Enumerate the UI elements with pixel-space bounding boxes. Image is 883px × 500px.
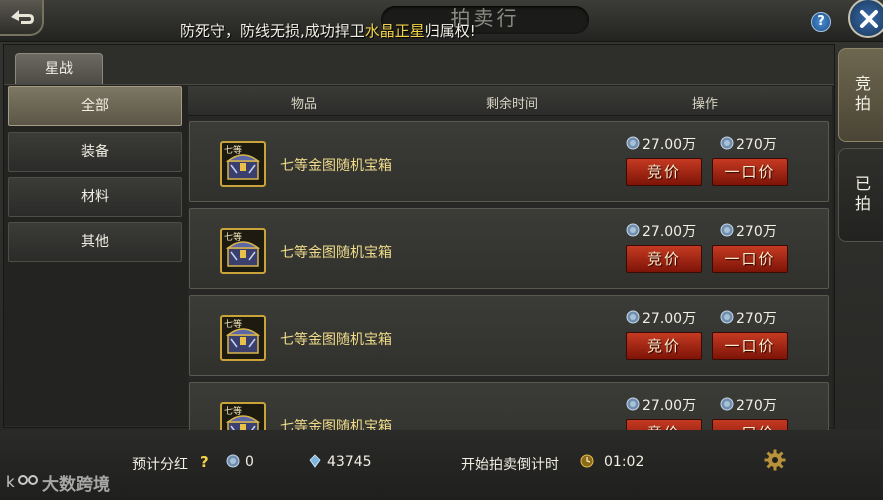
sidebar-item-all[interactable]: 全部 — [8, 86, 182, 126]
auction-house-window: 拍卖行 防死守，防线无损,成功捍卫水晶正星归属权! ? 竞拍 已拍 星战 全部 … — [0, 0, 883, 500]
buyout-price-value: 270万 — [736, 311, 777, 327]
back-arrow-icon — [11, 10, 34, 24]
settings-gear-icon[interactable] — [764, 449, 786, 475]
tab-bidding[interactable]: 竞拍 — [838, 48, 883, 142]
buyout-price: 270万 — [720, 395, 777, 415]
tab-bidding-label: 竞拍 — [852, 75, 871, 115]
buyout-button[interactable]: 一口价 — [712, 245, 788, 273]
svg-text:k: k — [6, 473, 15, 491]
close-icon — [860, 10, 878, 28]
bid-price: 27.00万 — [626, 134, 696, 154]
tab-star-war[interactable]: 星战 — [15, 53, 103, 85]
buyout-price-value: 270万 — [736, 224, 777, 240]
silver-coin-icon — [720, 310, 734, 328]
bid-price-value: 27.00万 — [642, 311, 697, 327]
back-button[interactable] — [0, 0, 44, 36]
header-time-left: 剩余时间 — [486, 97, 539, 112]
dividend-help-icon[interactable]: ? — [200, 453, 209, 471]
sidebar-item-materials[interactable]: 材料 — [8, 177, 182, 217]
bid-button[interactable]: 竞价 — [626, 332, 702, 360]
auction-row[interactable]: 七等七等金图随机宝箱 27.00万 270万竞价一口价 — [189, 208, 829, 289]
buyout-button[interactable]: 一口价 — [712, 158, 788, 186]
countdown-label: 开始拍卖倒计时 — [461, 457, 559, 473]
announcement-marquee: 防死守，防线无损,成功捍卫水晶正星归属权! — [180, 20, 476, 41]
help-button[interactable]: ? — [811, 12, 831, 32]
silver-coin-icon — [720, 223, 734, 241]
treasure-chest-icon[interactable]: 七等 — [220, 141, 266, 187]
item-name: 七等金图随机宝箱 — [280, 158, 392, 174]
buyout-price: 270万 — [720, 308, 777, 328]
bid-price-value: 27.00万 — [642, 398, 697, 414]
dividend-value: 0 — [245, 454, 254, 470]
list-header: 物品 剩余时间 操作 — [188, 86, 832, 116]
sidebar-item-other[interactable]: 其他 — [8, 222, 182, 262]
bid-price: 27.00万 — [626, 308, 696, 328]
silver-coin-icon — [720, 136, 734, 154]
watermark-text: 大数跨境 — [42, 475, 110, 495]
item-name: 七等金图随机宝箱 — [280, 245, 392, 261]
treasure-chest-icon[interactable]: 七等 — [220, 228, 266, 274]
bid-price: 27.00万 — [626, 395, 696, 415]
buyout-price: 270万 — [720, 221, 777, 241]
silver-coin-icon — [626, 310, 640, 328]
silver-coin-icon — [226, 454, 240, 472]
diamond-balance: 43745 — [327, 454, 372, 470]
footer-bar: 预计分红 ? 0 43745 开始拍卖倒计时 01:02 — [0, 430, 883, 500]
auction-row[interactable]: 七等七等金图随机宝箱 27.00万 270万竞价一口价 — [189, 121, 829, 202]
treasure-chest-icon[interactable]: 七等 — [220, 315, 266, 361]
bid-button[interactable]: 竞价 — [626, 158, 702, 186]
watermark-logo-icon: k — [6, 473, 38, 491]
close-button[interactable] — [848, 0, 883, 38]
silver-coin-icon — [626, 397, 640, 415]
announcement-text-end: 归属权! — [424, 22, 476, 40]
buyout-button[interactable]: 一口价 — [712, 332, 788, 360]
auction-row[interactable]: 七等七等金图随机宝箱 27.00万 270万竞价一口价 — [189, 295, 829, 376]
silver-coin-icon — [720, 397, 734, 415]
sidebar-item-equipment[interactable]: 装备 — [8, 132, 182, 172]
tab-sold[interactable]: 已拍 — [838, 148, 883, 242]
bid-button[interactable]: 竞价 — [626, 245, 702, 273]
buyout-price-value: 270万 — [736, 137, 777, 153]
announcement-highlight: 水晶正星 — [364, 22, 425, 40]
diamond-icon — [309, 454, 321, 472]
header-action: 操作 — [692, 97, 719, 112]
silver-coin-icon — [626, 223, 640, 241]
item-name: 七等金图随机宝箱 — [280, 332, 392, 348]
buyout-price-value: 270万 — [736, 398, 777, 414]
bid-price-value: 27.00万 — [642, 137, 697, 153]
countdown-value: 01:02 — [604, 454, 645, 470]
announcement-text: 防死守，防线无损,成功捍卫 — [180, 22, 365, 40]
question-icon: ? — [817, 14, 825, 29]
dividend-label: 预计分红 — [132, 457, 188, 473]
silver-coin-icon — [626, 136, 640, 154]
bid-price: 27.00万 — [626, 221, 696, 241]
header-item: 物品 — [291, 97, 318, 112]
clock-icon — [580, 454, 594, 472]
tab-sold-label: 已拍 — [852, 175, 871, 215]
bid-price-value: 27.00万 — [642, 224, 697, 240]
buyout-price: 270万 — [720, 134, 777, 154]
